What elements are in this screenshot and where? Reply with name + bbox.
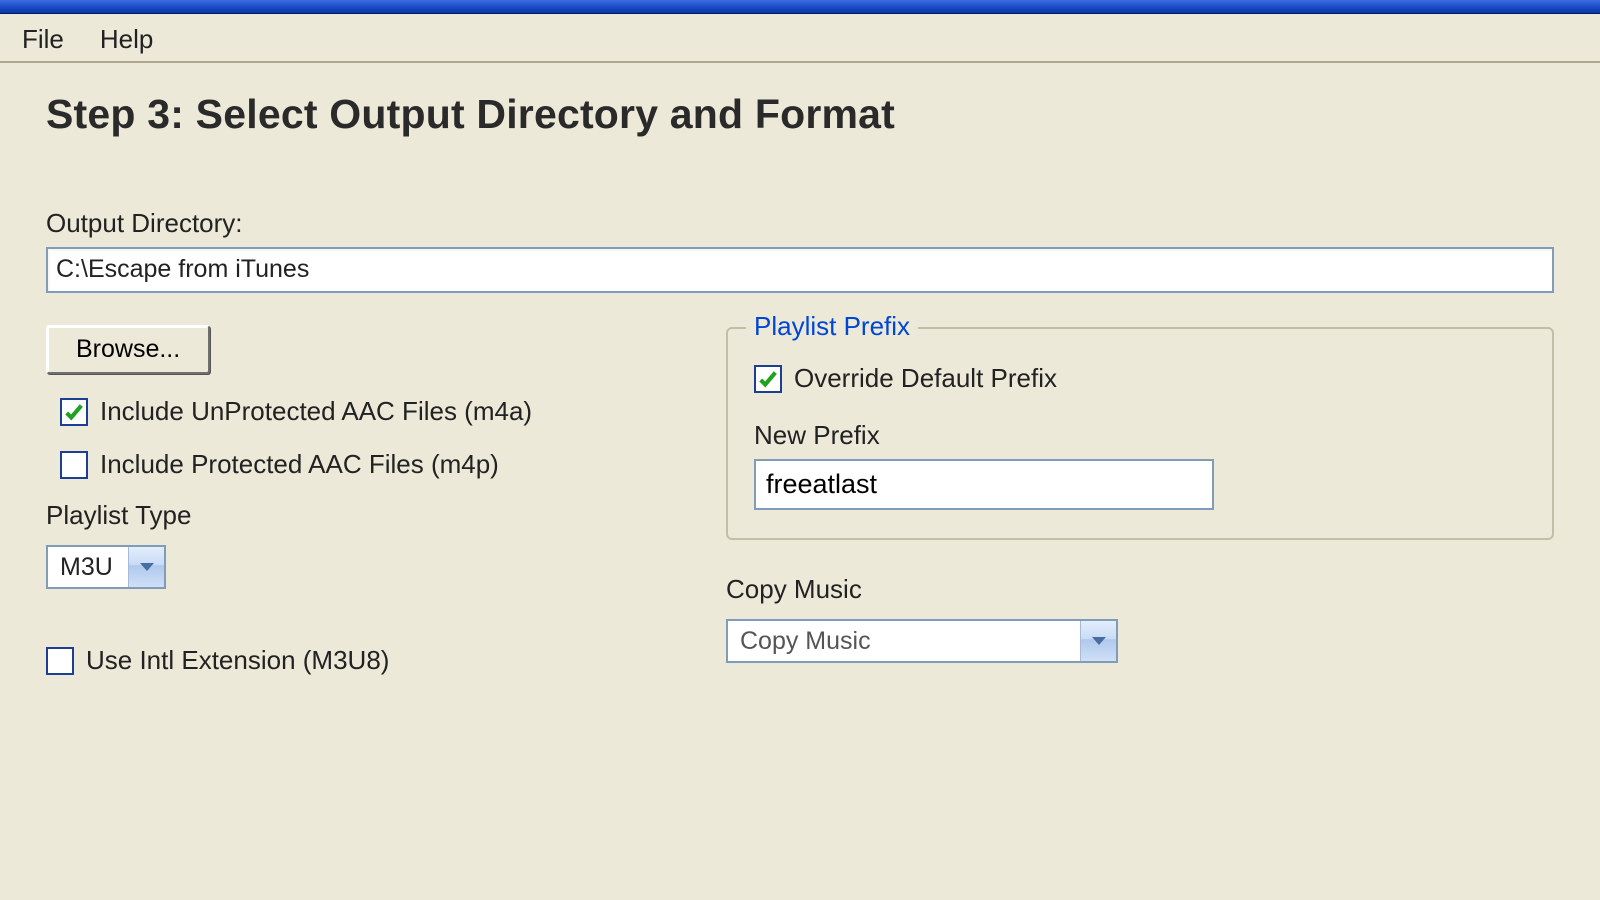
playlist-type-value: M3U <box>48 547 128 587</box>
browse-button[interactable]: Browse... <box>46 325 210 374</box>
menu-help[interactable]: Help <box>100 24 153 55</box>
use-intl-checkbox[interactable] <box>46 647 74 675</box>
use-intl-label: Use Intl Extension (M3U8) <box>86 645 389 676</box>
menu-bar: File Help <box>0 14 1600 63</box>
step-heading: Step 3: Select Output Directory and Form… <box>46 91 1554 138</box>
playlist-type-dropdown-button[interactable] <box>128 547 164 587</box>
copy-music-value: Copy Music <box>728 621 1080 661</box>
playlist-type-select[interactable]: M3U <box>46 545 166 589</box>
include-unprotected-label: Include UnProtected AAC Files (m4a) <box>100 396 532 427</box>
check-icon <box>63 401 85 423</box>
override-prefix-row[interactable]: Override Default Prefix <box>754 363 1526 394</box>
chevron-down-icon <box>140 563 154 571</box>
copy-music-select[interactable]: Copy Music <box>726 619 1118 663</box>
new-prefix-label: New Prefix <box>754 420 1526 451</box>
include-protected-label: Include Protected AAC Files (m4p) <box>100 449 499 480</box>
copy-music-dropdown-button[interactable] <box>1080 621 1116 661</box>
playlist-type-label: Playlist Type <box>46 500 686 531</box>
playlist-prefix-group: Playlist Prefix Override Default Prefix … <box>726 327 1554 540</box>
output-directory-input[interactable] <box>46 247 1554 293</box>
main-content: Step 3: Select Output Directory and Form… <box>0 63 1600 686</box>
output-directory-label: Output Directory: <box>46 208 1554 239</box>
check-icon <box>757 368 779 390</box>
chevron-down-icon <box>1092 637 1106 645</box>
menu-file[interactable]: File <box>22 24 64 55</box>
playlist-prefix-legend: Playlist Prefix <box>746 311 918 342</box>
override-prefix-label: Override Default Prefix <box>794 363 1057 394</box>
override-prefix-checkbox[interactable] <box>754 365 782 393</box>
window-title-bar <box>0 0 1600 14</box>
include-protected-checkbox[interactable] <box>60 451 88 479</box>
use-intl-row[interactable]: Use Intl Extension (M3U8) <box>46 645 686 676</box>
include-unprotected-row[interactable]: Include UnProtected AAC Files (m4a) <box>60 396 686 427</box>
copy-music-label: Copy Music <box>726 574 1554 605</box>
new-prefix-input[interactable] <box>754 459 1214 510</box>
include-unprotected-checkbox[interactable] <box>60 398 88 426</box>
include-protected-row[interactable]: Include Protected AAC Files (m4p) <box>60 449 686 480</box>
